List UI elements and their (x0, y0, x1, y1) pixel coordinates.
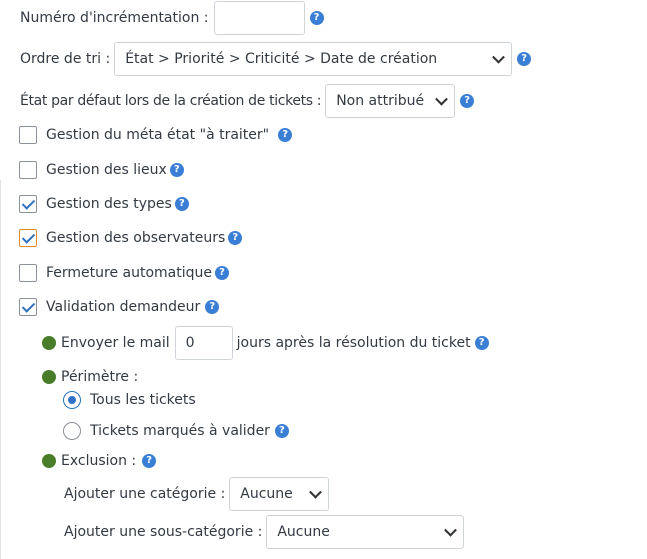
bullet-icon (42, 336, 56, 350)
chevron-down-icon (309, 485, 323, 499)
sort-order-row: Ordre de tri : État > Priorité > Critici… (20, 42, 532, 76)
help-icon[interactable]: ? (517, 52, 532, 66)
add-subcategory-select[interactable]: Aucune (266, 515, 465, 549)
checkbox-observers[interactable] (19, 229, 37, 247)
help-icon[interactable]: ? (274, 424, 289, 438)
option-label: Validation demandeur (46, 299, 201, 315)
perimeter-label: Périmètre : (61, 369, 139, 385)
help-icon[interactable]: ? (174, 197, 189, 211)
radio-label: Tous les tickets (90, 392, 196, 408)
help-icon[interactable]: ? (169, 163, 184, 177)
help-icon[interactable]: ? (215, 266, 230, 280)
checkbox-auto-close[interactable] (19, 264, 37, 282)
option-observers[interactable]: Gestion des observateurs ? (19, 229, 243, 247)
option-label: Gestion du méta état "à traiter" (46, 127, 270, 143)
help-icon[interactable]: ? (278, 128, 293, 142)
bullet-icon (42, 454, 56, 468)
checkbox-meta-state[interactable] (19, 126, 37, 144)
checkbox-types[interactable] (19, 195, 37, 213)
option-meta-state[interactable]: Gestion du méta état "à traiter" ? (19, 126, 293, 144)
option-types[interactable]: Gestion des types ? (19, 195, 189, 213)
sort-order-label: Ordre de tri : (20, 51, 111, 67)
radio-all-tickets[interactable] (63, 391, 81, 409)
bullet-icon (42, 370, 56, 384)
increment-input[interactable] (213, 1, 305, 35)
exclusion-label: Exclusion : (61, 453, 137, 469)
option-label: Fermeture automatique (46, 265, 213, 281)
chevron-down-icon (444, 523, 458, 537)
exclusion-row: Exclusion : ? (42, 452, 157, 470)
send-mail-prefix: Envoyer le mail (61, 335, 170, 351)
option-requester-validation[interactable]: Validation demandeur ? (19, 298, 220, 316)
option-label: Gestion des types (46, 196, 172, 212)
add-category-row: Ajouter une catégorie : Aucune (64, 477, 330, 511)
default-state-row: État par défaut lors de la création de t… (20, 84, 475, 118)
default-state-label: État par défaut lors de la création de t… (20, 93, 322, 109)
help-icon[interactable]: ? (309, 11, 324, 25)
send-mail-days-input[interactable] (174, 326, 233, 360)
add-subcategory-row: Ajouter une sous-catégorie : Aucune (64, 515, 465, 549)
perimeter-row: Périmètre : (42, 368, 138, 386)
increment-label: Numéro d'incrémentation : (20, 10, 209, 26)
checkbox-locations[interactable] (19, 161, 37, 179)
increment-row: Numéro d'incrémentation : ? (20, 1, 324, 35)
default-state-value: Non attribué (336, 93, 425, 109)
help-icon[interactable]: ? (460, 94, 475, 108)
left-border (0, 180, 1, 559)
sort-order-select[interactable]: État > Priorité > Criticité > Date de cr… (114, 42, 513, 76)
checkbox-requester-validation[interactable] (19, 298, 37, 316)
add-subcategory-label: Ajouter une sous-catégorie : (64, 524, 263, 540)
perimeter-option-all[interactable]: Tous les tickets (63, 391, 196, 409)
add-category-value: Aucune (240, 486, 293, 502)
option-label: Gestion des lieux (46, 162, 167, 178)
option-auto-close[interactable]: Fermeture automatique ? (19, 264, 230, 282)
default-state-select[interactable]: Non attribué (325, 84, 456, 118)
perimeter-option-marked[interactable]: Tickets marqués à valider ? (63, 422, 289, 440)
send-mail-row: Envoyer le mail jours après la résolutio… (42, 326, 489, 360)
add-subcategory-value: Aucune (277, 524, 330, 540)
help-icon[interactable]: ? (142, 454, 157, 468)
option-locations[interactable]: Gestion des lieux ? (19, 161, 184, 179)
add-category-select[interactable]: Aucune (229, 477, 330, 511)
option-label: Gestion des observateurs (46, 230, 226, 246)
help-icon[interactable]: ? (474, 336, 489, 350)
help-icon[interactable]: ? (205, 300, 220, 314)
send-mail-suffix: jours après la résolution du ticket (236, 335, 471, 351)
sort-order-value: État > Priorité > Criticité > Date de cr… (125, 51, 438, 67)
add-category-label: Ajouter une catégorie : (64, 486, 226, 502)
chevron-down-icon (492, 50, 506, 64)
help-icon[interactable]: ? (228, 231, 243, 245)
radio-label: Tickets marqués à valider (90, 423, 270, 439)
chevron-down-icon (435, 92, 449, 106)
radio-marked-tickets[interactable] (63, 422, 81, 440)
